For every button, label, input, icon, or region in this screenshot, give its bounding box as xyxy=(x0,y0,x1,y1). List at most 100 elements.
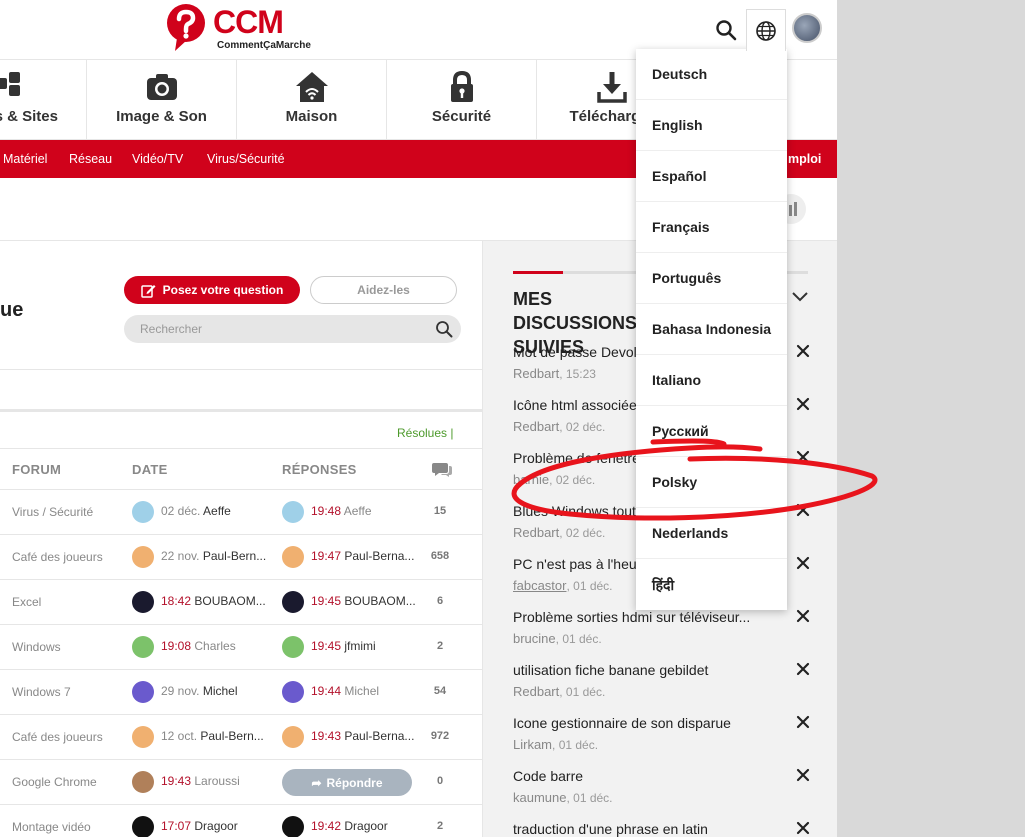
row-forum[interactable]: Café des joueurs xyxy=(12,730,103,744)
discussion-user[interactable]: Redbart xyxy=(513,419,559,434)
discussion-item[interactable]: Code barre kaumune, 01 déc. xyxy=(513,768,813,821)
language-option[interactable]: Français xyxy=(636,202,787,253)
discussion-user[interactable]: kaumune xyxy=(513,790,566,805)
subnav-link-video-tv[interactable]: Vidéo/TV xyxy=(132,152,183,166)
filter-resolved-link[interactable]: Résolues | xyxy=(397,426,453,440)
discussion-user[interactable]: barnie xyxy=(513,472,549,487)
discussion-title[interactable]: Mot de passe Devolo xyxy=(513,344,645,360)
date-user[interactable]: Paul-Bern... xyxy=(203,549,266,563)
close-icon[interactable] xyxy=(795,767,811,783)
discussion-title[interactable]: Problème de fenêtre xyxy=(513,450,640,466)
discussion-item[interactable]: utilisation fiche banane gebildet Redbart… xyxy=(513,662,813,715)
subnav-link-virus-securite[interactable]: Virus/Sécurité xyxy=(207,152,285,166)
discussion-item[interactable]: Problème sorties hdmi sur téléviseur... b… xyxy=(513,609,813,662)
language-option[interactable]: Italiano xyxy=(636,355,787,406)
row-forum[interactable]: Google Chrome xyxy=(12,775,97,789)
discussion-title[interactable]: utilisation fiche banane gebildet xyxy=(513,662,708,678)
category-securite[interactable]: Sécurité xyxy=(387,60,537,140)
close-icon[interactable] xyxy=(795,396,811,412)
discussion-title[interactable]: Icone gestionnaire de son disparue xyxy=(513,715,731,731)
discussion-item[interactable]: Icone gestionnaire de son disparue Lirkam… xyxy=(513,715,813,768)
header-search-button[interactable] xyxy=(712,16,740,44)
reply-user[interactable]: Aeffe xyxy=(344,504,372,518)
reply-user[interactable]: Paul-Berna... xyxy=(344,549,414,563)
row-forum[interactable]: Windows 7 xyxy=(12,685,71,699)
subnav-link-reseau[interactable]: Réseau xyxy=(69,152,112,166)
table-row[interactable]: Virus / Sécurité 02 déc. Aeffe 19:48 Aeffe… xyxy=(0,490,482,535)
table-row[interactable]: Montage vidéo 17:07 Dragoor 19:42 Dragoor 2 xyxy=(0,805,482,837)
reply-user[interactable]: jfmimi xyxy=(344,639,375,653)
close-icon[interactable] xyxy=(795,661,811,677)
close-icon[interactable] xyxy=(795,502,811,518)
row-forum[interactable]: Montage vidéo xyxy=(12,820,91,834)
category-maison[interactable]: Maison xyxy=(237,60,387,140)
discussion-user[interactable]: fabcastor xyxy=(513,578,566,593)
category-label: s & Sites xyxy=(0,108,58,125)
ask-question-button[interactable]: Posez votre question xyxy=(124,276,300,304)
close-icon[interactable] xyxy=(795,343,811,359)
language-option[interactable]: Bahasa Indonesia xyxy=(636,304,787,355)
reply-button[interactable]: ➦ Répondre xyxy=(282,769,412,796)
search-icon[interactable] xyxy=(435,320,453,338)
discussion-user[interactable]: Redbart xyxy=(513,525,559,540)
date-user[interactable]: Aeffe xyxy=(203,504,231,518)
close-icon[interactable] xyxy=(795,608,811,624)
discussion-title[interactable]: traduction d'une phrase en latin xyxy=(513,821,708,837)
author-avatar xyxy=(132,681,154,703)
row-forum[interactable]: Windows xyxy=(12,640,61,654)
discussion-title[interactable]: Code barre xyxy=(513,768,583,784)
date-user[interactable]: Laroussi xyxy=(194,774,239,788)
reply-user[interactable]: BOUBAOM... xyxy=(344,594,415,608)
discussion-item[interactable]: traduction d'une phrase en latin xyxy=(513,821,813,837)
table-row[interactable]: Windows 7 29 nov. Michel 19:44 Michel 54 xyxy=(0,670,482,715)
discussion-title[interactable]: Problème sorties hdmi sur téléviseur... xyxy=(513,609,750,625)
date-user[interactable]: Dragoor xyxy=(194,819,237,833)
reply-user[interactable]: Michel xyxy=(344,684,379,698)
user-avatar[interactable] xyxy=(792,13,822,43)
table-row[interactable]: Café des joueurs 12 oct. Paul-Bern... 19:4… xyxy=(0,715,482,760)
close-icon[interactable] xyxy=(795,714,811,730)
ccm-logo[interactable]: CCM CommentÇaMarche xyxy=(165,4,311,56)
row-reply-count: 2 xyxy=(436,820,444,832)
language-option[interactable]: Polsky xyxy=(636,457,787,508)
discussion-title[interactable]: Blues Windows tout xyxy=(513,503,636,519)
language-option[interactable]: Español xyxy=(636,151,787,202)
subnav-link-materiel[interactable]: Matériel xyxy=(3,152,47,166)
close-icon[interactable] xyxy=(795,449,811,465)
date-user[interactable]: Charles xyxy=(194,639,235,653)
category-image-son[interactable]: Image & Son xyxy=(87,60,237,140)
forum-search-input[interactable] xyxy=(140,315,420,343)
discussion-user[interactable]: Lirkam xyxy=(513,737,552,752)
language-option[interactable]: हिंदी xyxy=(636,559,787,610)
row-forum[interactable]: Excel xyxy=(12,595,41,609)
discussion-title[interactable]: Icône html associée xyxy=(513,397,637,413)
reply-user[interactable]: Paul-Berna... xyxy=(344,729,414,743)
chevron-down-icon[interactable] xyxy=(791,291,809,303)
close-icon[interactable] xyxy=(795,555,811,571)
table-row[interactable]: Google Chrome 19:43 Laroussi ➦ Répondre 0 xyxy=(0,760,482,805)
table-row[interactable]: Café des joueurs 22 nov. Paul-Bern... 19:4… xyxy=(0,535,482,580)
discussion-title[interactable]: PC n'est pas à l'heure xyxy=(513,556,649,572)
date-user[interactable]: Michel xyxy=(203,684,238,698)
discussion-user[interactable]: brucine xyxy=(513,631,556,646)
date-user[interactable]: Paul-Bern... xyxy=(200,729,263,743)
table-row[interactable]: Windows 19:08 Charles 19:45 jfmimi 2 xyxy=(0,625,482,670)
language-option[interactable]: Português xyxy=(636,253,787,304)
discussion-user[interactable]: Redbart xyxy=(513,684,559,699)
language-option[interactable]: Русский xyxy=(636,406,787,457)
close-icon[interactable] xyxy=(795,820,811,836)
language-option[interactable]: English xyxy=(636,100,787,151)
table-row[interactable]: Excel 18:42 BOUBAOM... 19:45 BOUBAOM... 6 xyxy=(0,580,482,625)
row-date: 17:07 Dragoor xyxy=(161,819,238,833)
subnav-link-emploi[interactable]: mploi xyxy=(788,152,821,166)
help-them-button[interactable]: Aidez-les xyxy=(310,276,457,304)
row-forum[interactable]: Virus / Sécurité xyxy=(12,505,93,519)
language-option[interactable]: Deutsch xyxy=(636,49,787,100)
language-option[interactable]: Nederlands xyxy=(636,508,787,559)
reply-user[interactable]: Dragoor xyxy=(344,819,387,833)
language-button[interactable] xyxy=(746,9,786,51)
category-apps[interactable]: s & Sites xyxy=(0,60,87,140)
discussion-user[interactable]: Redbart xyxy=(513,366,559,381)
date-user[interactable]: BOUBAOM... xyxy=(194,594,265,608)
row-forum[interactable]: Café des joueurs xyxy=(12,550,103,564)
